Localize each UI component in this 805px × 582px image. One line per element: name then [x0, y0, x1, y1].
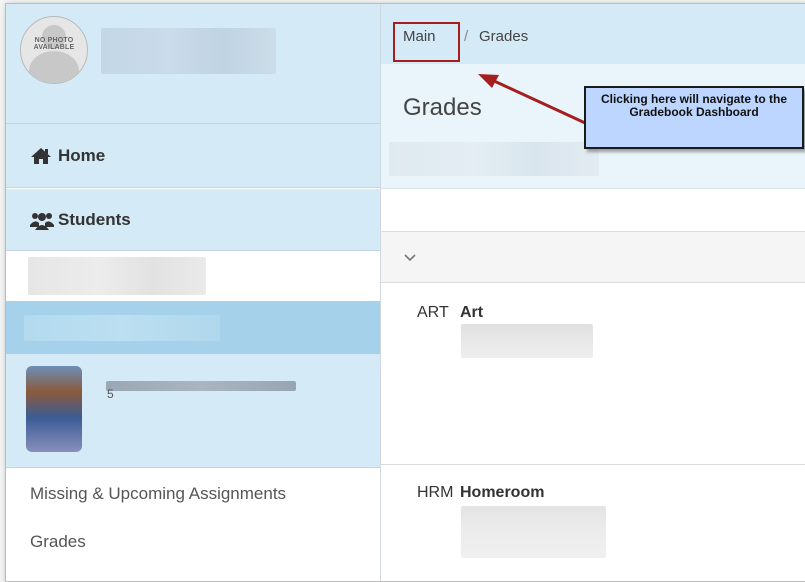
course-code: HRM	[417, 484, 454, 501]
course-detail-redacted	[461, 506, 606, 558]
breadcrumb-current: Grades	[479, 28, 529, 45]
expand-collapse-row[interactable]	[381, 231, 805, 283]
annotation-callout: Clicking here will navigate to the Grade…	[584, 86, 804, 149]
sidebar: NO PHOTO AVAILABLE Home Students 5 Missi…	[6, 4, 381, 581]
student-card[interactable]	[6, 354, 380, 468]
course-detail-redacted	[461, 324, 593, 358]
nav-home[interactable]: Home	[6, 124, 380, 188]
profile-header: NO PHOTO AVAILABLE	[6, 4, 380, 124]
link-grades[interactable]: Grades	[30, 532, 86, 552]
user-name-redacted	[101, 28, 276, 74]
page-title: Grades	[403, 94, 482, 121]
course-name[interactable]: Homeroom	[460, 484, 544, 502]
page-subtitle-redacted	[389, 142, 599, 176]
course-code: ART	[417, 304, 449, 321]
chevron-down-icon[interactable]	[404, 250, 416, 265]
course-divider	[381, 464, 805, 465]
student-selector-redacted	[28, 257, 206, 295]
highlight-box	[393, 22, 460, 62]
student-card-count: 5	[107, 387, 114, 401]
student-photo-redacted	[26, 366, 82, 452]
student-bar-redacted	[24, 315, 220, 341]
avatar-placeholder-text: NO PHOTO AVAILABLE	[33, 37, 75, 51]
student-selector[interactable]	[6, 251, 380, 301]
nav-home-label: Home	[58, 145, 106, 165]
avatar-body-icon	[29, 51, 79, 83]
app-frame: NO PHOTO AVAILABLE Home Students 5 Missi…	[5, 3, 805, 582]
breadcrumb-separator: /	[464, 28, 469, 45]
avatar[interactable]: NO PHOTO AVAILABLE	[20, 16, 88, 84]
student-name-redacted	[106, 381, 296, 391]
students-icon	[30, 211, 54, 230]
nav-students-label: Students	[58, 209, 131, 229]
breadcrumb: Main / Grades	[381, 4, 805, 64]
nav-students[interactable]: Students	[6, 189, 380, 251]
course-name[interactable]: Art	[460, 304, 483, 322]
home-icon	[30, 147, 52, 165]
selected-student-bar[interactable]	[6, 301, 380, 354]
link-missing-upcoming[interactable]: Missing & Upcoming Assignments	[30, 484, 286, 504]
